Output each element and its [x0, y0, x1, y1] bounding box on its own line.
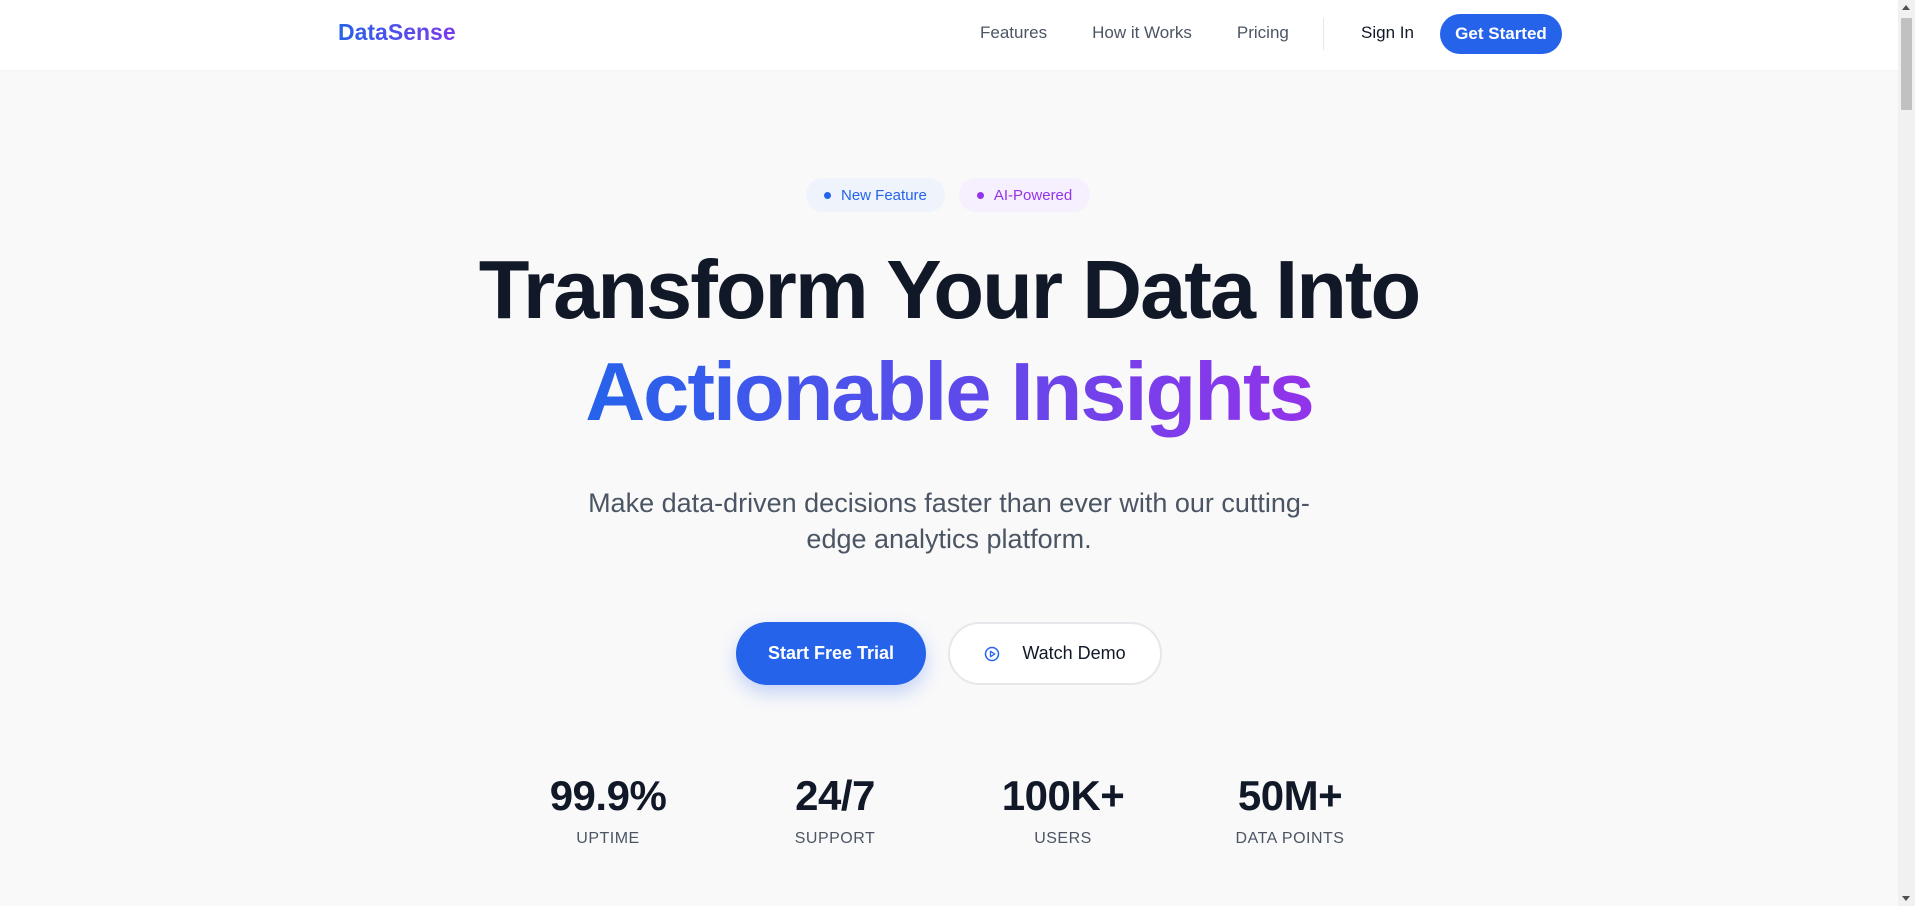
stat-data-points: 50M+ DATA POINTS	[1210, 772, 1370, 848]
stat-users: 100K+ USERS	[983, 772, 1143, 848]
badge-label: New Feature	[841, 186, 927, 204]
badge-label: AI-Powered	[993, 186, 1073, 204]
stat-value: 99.9%	[549, 772, 667, 819]
stat-value: 24/7	[795, 772, 875, 819]
hero-headline-gradient-text: Actionable Insights	[585, 345, 1315, 438]
nav-link-pricing[interactable]: Pricing	[1237, 23, 1289, 43]
nav-links: Features How it Works Pricing	[980, 23, 1289, 43]
watch-demo-label: Watch Demo	[1022, 643, 1126, 663]
stat-support: 24/7 SUPPORT	[755, 772, 915, 848]
hero-subtitle: Make data-driven decisions faster than e…	[588, 488, 1310, 554]
hero-headline-line2: Actionable Insights	[0, 350, 1898, 433]
stat-label: DATA POINTS	[1235, 830, 1345, 847]
badge-dot-icon	[976, 191, 984, 199]
stat-label: UPTIME	[576, 830, 640, 847]
play-circle-icon	[985, 646, 1000, 661]
stat-value: 50M+	[1237, 772, 1343, 819]
watch-demo-button[interactable]: Watch Demo	[948, 622, 1162, 685]
scrollbar-thumb[interactable]	[1901, 18, 1912, 110]
page-scrollbar[interactable]	[1898, 0, 1915, 906]
hero-badges: New Feature AI-Powered	[806, 178, 1091, 212]
stat-uptime: 99.9% UPTIME	[528, 772, 688, 848]
get-started-button[interactable]: Get Started	[1440, 14, 1562, 54]
new-feature-badge: New Feature	[806, 178, 945, 212]
hero-headline-line1: Transform Your Data Into	[478, 243, 1421, 336]
scroll-up-icon[interactable]	[1902, 5, 1910, 10]
start-free-trial-button[interactable]: Start Free Trial	[736, 622, 926, 685]
brand-logo[interactable]: DataSense	[338, 19, 456, 46]
stat-label: USERS	[1034, 830, 1092, 847]
sign-in-link[interactable]: Sign In	[1361, 23, 1414, 43]
scroll-down-icon[interactable]	[1902, 896, 1910, 901]
top-navigation: DataSense Features How it Works Pricing …	[0, 0, 1898, 70]
nav-link-how-it-works[interactable]: How it Works	[1092, 23, 1192, 43]
stat-label: SUPPORT	[794, 830, 876, 847]
nav-divider	[1323, 18, 1324, 50]
stat-value: 100K+	[1001, 772, 1125, 819]
stats-row: 99.9% UPTIME 24/7 SUPPORT 100K+ USERS 50…	[0, 772, 1898, 852]
nav-link-features[interactable]: Features	[980, 23, 1047, 43]
ai-powered-badge: AI-Powered	[958, 178, 1091, 212]
badge-dot-icon	[824, 191, 831, 199]
